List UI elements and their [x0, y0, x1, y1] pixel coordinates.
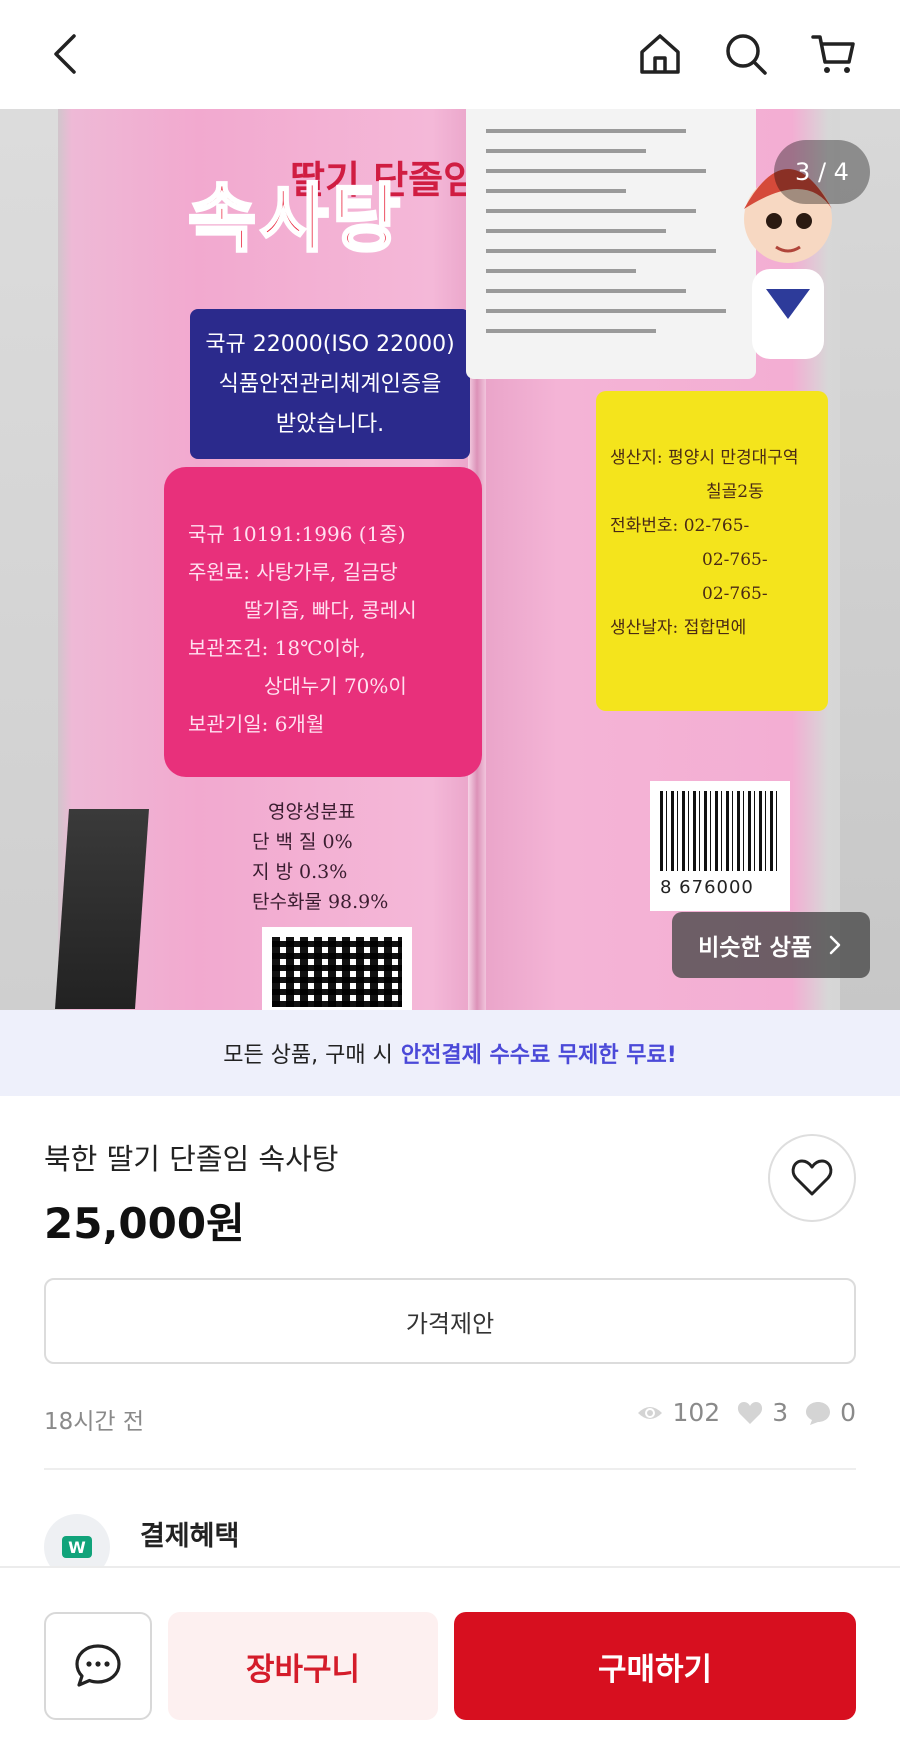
- origin-line: 칠골2동: [706, 482, 764, 502]
- chat-bubble-icon: [806, 1401, 831, 1425]
- image-counter: 3 / 4: [774, 140, 870, 204]
- home-button[interactable]: [628, 22, 692, 86]
- package-qr-code: [262, 927, 412, 1010]
- top-navigation-bar: [0, 0, 900, 109]
- chats-stat: 0: [804, 1398, 856, 1427]
- photo-background-right: [840, 109, 900, 1010]
- similar-products-button[interactable]: 비슷한 상품: [672, 912, 870, 978]
- similar-products-label: 비슷한 상품: [698, 935, 812, 961]
- origin-line: 02-765-: [702, 550, 768, 570]
- nutrition-line: 지 방 0.3%: [252, 861, 348, 883]
- cart-icon: [811, 35, 855, 73]
- safe-payment-banner[interactable]: 모든 상품, 구매 시 안전결제 수수료 무제한 무료!: [0, 1010, 900, 1096]
- product-price: 25,000원: [44, 1199, 245, 1248]
- package-certification-box: 국규 22000(ISO 22000) 식품안전관리체계인증을 받았습니다.: [190, 309, 470, 459]
- like-button[interactable]: [768, 1134, 856, 1222]
- spec-line: 보관기일: 6개월: [188, 712, 325, 736]
- promo-text: 모든 상품, 구매 시: [223, 1043, 393, 1068]
- views-stat: 102: [636, 1398, 720, 1427]
- section-divider: [44, 1468, 856, 1470]
- spec-line: 딸기즙, 빠다, 콩레시: [244, 598, 417, 622]
- chat-icon: [75, 1644, 121, 1687]
- package-title: 속사탕: [186, 175, 405, 264]
- eye-icon: [638, 1406, 663, 1419]
- cart-button[interactable]: [802, 22, 866, 86]
- home-icon: [640, 34, 680, 74]
- barcode-number: 8 676000: [660, 877, 754, 898]
- back-button[interactable]: [36, 22, 100, 86]
- photo-dark-packaging: [55, 809, 149, 1009]
- heart-filled-icon: [738, 1401, 763, 1424]
- buy-now-button[interactable]: 구매하기: [454, 1612, 856, 1720]
- add-to-cart-button[interactable]: 장바구니: [168, 1612, 438, 1720]
- package-specs-box: 국규 10191:1996 (1종) 주원료: 사탕가루, 길금당 딸기즙, 빠…: [164, 467, 482, 777]
- package-origin-box: 생산지: 평양시 만경대구역 칠골2동 전화번호: 02-765- 02-765…: [596, 391, 828, 711]
- posted-time: 18시간 전: [44, 1409, 145, 1435]
- package-import-label: [466, 109, 756, 379]
- certification-line: 식품안전관리체계인증을: [218, 372, 442, 397]
- product-image-carousel[interactable]: 딸기 단졸임 속사탕 국규 22000(ISO 22000) 식품안전관리체계인…: [0, 109, 900, 1010]
- certification-line: 국규 22000(ISO 22000): [205, 332, 455, 357]
- benefit-title: 결제혜택: [140, 1520, 240, 1552]
- origin-line: 02-765-: [702, 584, 768, 604]
- origin-line: 생산날자: 접합면에: [610, 618, 747, 638]
- heart-icon: [791, 1159, 833, 1196]
- likes-count: 3: [772, 1398, 789, 1427]
- nutrition-line: 영양성분표: [268, 801, 356, 823]
- back-arrow-icon: [54, 34, 76, 74]
- nutrition-line: 단 백 질 0%: [252, 831, 353, 853]
- likes-stat: 3: [736, 1398, 788, 1427]
- product-title: 북한 딸기 단졸임 속사탕: [44, 1142, 339, 1176]
- price-offer-button[interactable]: 가격제안: [44, 1278, 856, 1364]
- views-count: 102: [672, 1398, 721, 1427]
- origin-line: 전화번호: 02-765-: [610, 516, 750, 536]
- promo-highlight: 안전결제 수수료 무제한 무료!: [400, 1043, 677, 1068]
- benefit-logo-mark: W: [62, 1536, 92, 1558]
- bottom-action-bar: 장바구니 구매하기: [0, 1566, 900, 1763]
- search-icon: [726, 34, 767, 75]
- package-barcode: 8 676000: [650, 781, 790, 911]
- spec-line: 상대누기 70%이: [264, 674, 407, 698]
- product-stats: 102 3 0: [636, 1398, 856, 1427]
- certification-line: 받았습니다.: [275, 412, 385, 437]
- nutrition-line: 탄수화물 98.9%: [252, 891, 389, 913]
- origin-line: 생산지: 평양시 만경대구역: [610, 448, 799, 468]
- spec-line: 국규 10191:1996 (1종): [188, 522, 406, 546]
- spec-line: 보관조건: 18℃이하,: [188, 636, 366, 660]
- spec-line: 주원료: 사탕가루, 길금당: [188, 560, 398, 584]
- photo-background-left: [0, 109, 58, 1010]
- chat-button[interactable]: [44, 1612, 152, 1720]
- chats-count: 0: [840, 1398, 856, 1427]
- package-nutrition: 영양성분표 단 백 질 0% 지 방 0.3% 탄수화물 98.9%: [252, 797, 388, 917]
- search-button[interactable]: [714, 22, 778, 86]
- chevron-right-icon: [829, 935, 841, 955]
